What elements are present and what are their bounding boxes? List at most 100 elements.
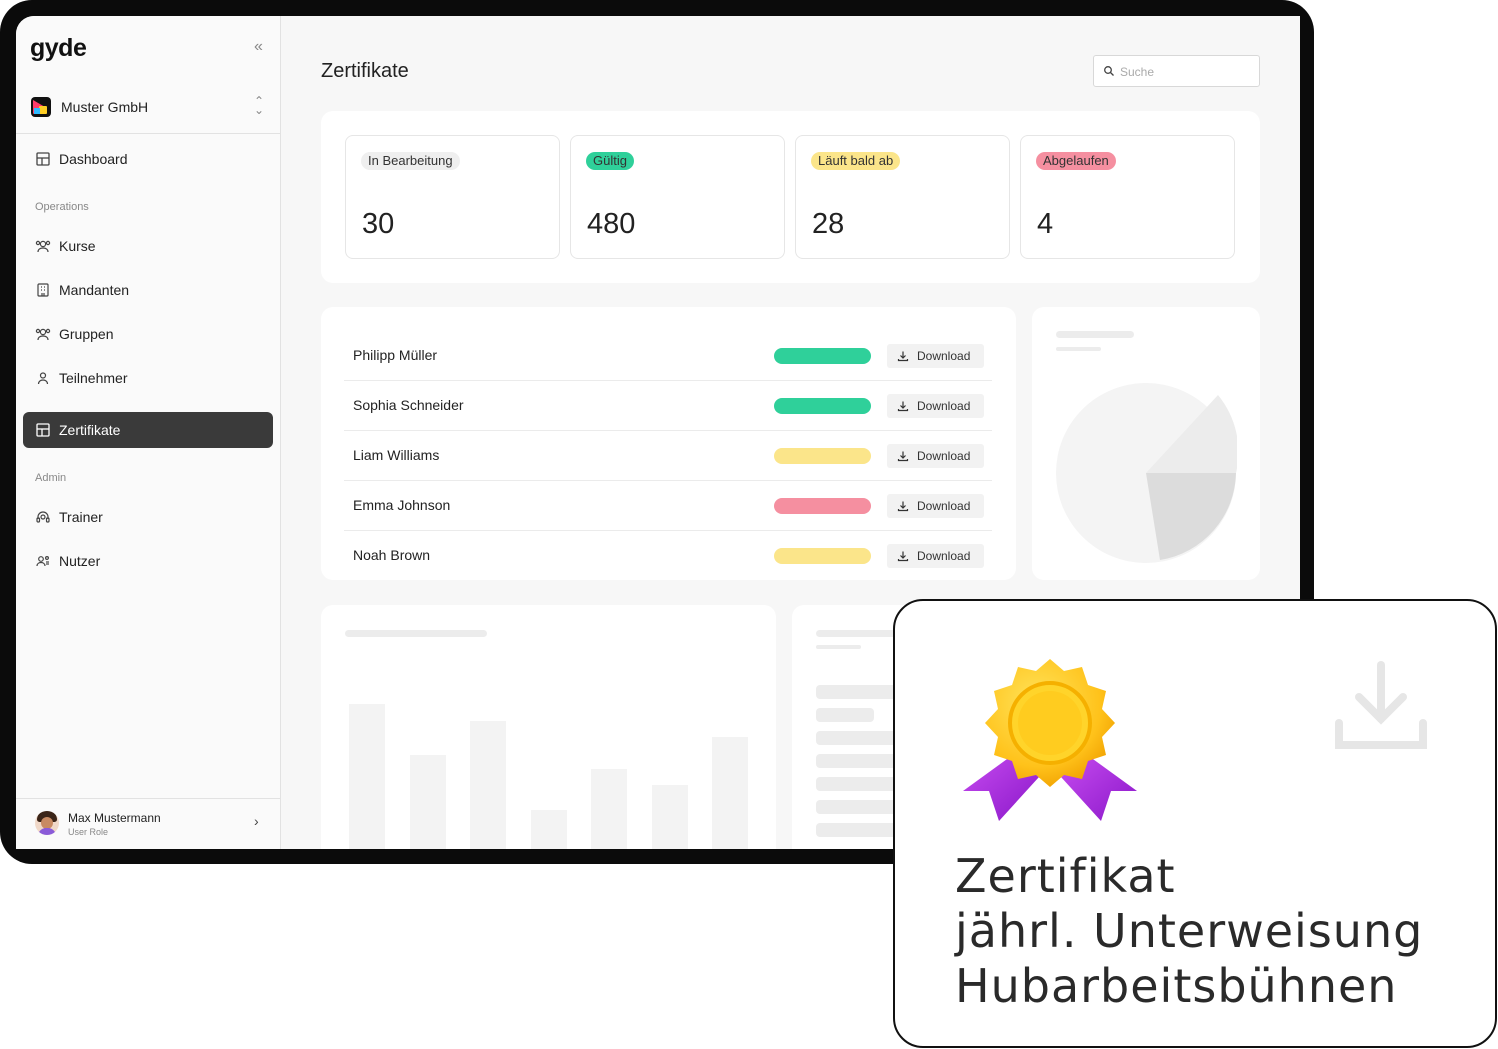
sidebar-item-label: Dashboard bbox=[59, 151, 128, 167]
user-role: User Role bbox=[68, 827, 109, 837]
download-button[interactable]: Download bbox=[887, 444, 984, 468]
table-row[interactable]: Philipp Müller Download bbox=[344, 331, 992, 381]
certificate-card[interactable]: Zertifikat jährl. Unterweisung Hubarbeit… bbox=[893, 599, 1497, 1048]
search-placeholder: Suche bbox=[1120, 65, 1155, 79]
medal-icon bbox=[963, 659, 1137, 821]
download-icon bbox=[897, 551, 909, 562]
stat-value: 28 bbox=[812, 208, 845, 240]
participant-name: Liam Williams bbox=[353, 447, 440, 463]
table-row[interactable]: Liam Williams Download bbox=[344, 431, 992, 481]
table-row[interactable]: Emma Johnson Download bbox=[344, 481, 992, 531]
avatar bbox=[35, 811, 59, 835]
stat-card-laeuft-bald-ab[interactable]: Läuft bald ab 28 bbox=[795, 135, 1010, 259]
bar-placeholder bbox=[410, 755, 446, 849]
sidebar: gyde « Muster GmbH ⌃ ⌄ Dashboard Operatio… bbox=[16, 16, 281, 849]
stat-value: 480 bbox=[587, 208, 636, 240]
users-icon bbox=[35, 240, 51, 253]
search-icon bbox=[1104, 66, 1114, 76]
bar-placeholder bbox=[712, 737, 748, 849]
skeleton-line bbox=[816, 645, 861, 649]
sidebar-item-gruppen[interactable]: Gruppen bbox=[23, 316, 273, 352]
download-button[interactable]: Download bbox=[887, 394, 984, 418]
bar-chart-panel bbox=[321, 605, 776, 849]
participant-name: Philipp Müller bbox=[353, 347, 438, 363]
download-label: Download bbox=[917, 549, 971, 563]
org-logo-icon bbox=[31, 97, 51, 117]
participant-name: Emma Johnson bbox=[353, 497, 451, 513]
certificate-title-line: Zertifikat bbox=[955, 849, 1176, 903]
user-menu[interactable]: Max Mustermann User Role › bbox=[16, 798, 280, 849]
bar-placeholder bbox=[652, 785, 688, 849]
sidebar-item-label: Teilnehmer bbox=[59, 370, 128, 386]
download-icon bbox=[897, 401, 909, 412]
bar-placeholder bbox=[531, 810, 567, 849]
certificate-list: Philipp Müller Download Sophia Schneider… bbox=[321, 307, 1016, 580]
certificate-title-line: Hubarbeitsbühnen bbox=[955, 959, 1398, 1013]
download-button[interactable]: Download bbox=[887, 544, 984, 568]
download-label: Download bbox=[917, 399, 971, 413]
page-title: Zertifikate bbox=[321, 60, 409, 82]
download-icon bbox=[897, 351, 909, 362]
building-icon bbox=[37, 283, 49, 297]
bar-placeholder bbox=[470, 721, 506, 849]
sidebar-item-label: Gruppen bbox=[59, 326, 114, 342]
pie-placeholder bbox=[1056, 383, 1237, 563]
sidebar-item-nutzer[interactable]: Nutzer bbox=[23, 543, 273, 579]
user-settings-icon bbox=[36, 555, 50, 567]
download-button[interactable]: Download bbox=[887, 344, 984, 368]
status-bar bbox=[774, 498, 871, 514]
bar-placeholder bbox=[591, 769, 627, 849]
status-badge: Abgelaufen bbox=[1036, 152, 1116, 170]
sidebar-item-teilnehmer[interactable]: Teilnehmer bbox=[23, 360, 273, 396]
stats-panel: In Bearbeitung 30 Gültig 480 Läuft bald … bbox=[321, 111, 1260, 283]
chevron-right-icon: › bbox=[254, 813, 259, 829]
participant-name: Sophia Schneider bbox=[353, 397, 464, 413]
status-badge: Läuft bald ab bbox=[811, 152, 901, 170]
org-name: Muster GmbH bbox=[61, 99, 149, 115]
table-row[interactable]: Sophia Schneider Download bbox=[344, 381, 992, 431]
status-bar bbox=[774, 548, 871, 564]
download-label: Download bbox=[917, 449, 971, 463]
skeleton-line bbox=[345, 630, 487, 637]
status-badge: In Bearbeitung bbox=[361, 152, 460, 170]
status-badge: Gültig bbox=[586, 152, 634, 170]
stat-card-gueltig[interactable]: Gültig 480 bbox=[570, 135, 785, 259]
table-row[interactable]: Noah Brown Download bbox=[344, 531, 992, 581]
download-icon bbox=[897, 451, 909, 462]
download-button[interactable]: Download bbox=[887, 494, 984, 518]
sidebar-item-dashboard[interactable]: Dashboard bbox=[23, 141, 273, 177]
sidebar-item-label: Nutzer bbox=[59, 553, 101, 569]
stat-value: 30 bbox=[362, 208, 395, 240]
sidebar-item-zertifikate[interactable]: Zertifikate bbox=[23, 412, 273, 448]
stat-card-in-bearbeitung[interactable]: In Bearbeitung 30 bbox=[345, 135, 560, 259]
stat-value: 4 bbox=[1037, 208, 1054, 240]
user-icon bbox=[37, 372, 49, 385]
users-icon bbox=[35, 328, 51, 341]
sidebar-item-trainer[interactable]: Trainer bbox=[23, 499, 273, 535]
status-bar bbox=[774, 398, 871, 414]
sidebar-item-label: Kurse bbox=[59, 238, 96, 254]
sidebar-item-label: Mandanten bbox=[59, 282, 130, 298]
section-admin: Admin bbox=[35, 472, 67, 484]
section-operations: Operations bbox=[35, 201, 89, 213]
search-input[interactable]: Suche bbox=[1093, 55, 1260, 87]
sidebar-item-kurse[interactable]: Kurse bbox=[23, 228, 273, 264]
chevrons-left-icon[interactable]: « bbox=[254, 38, 263, 56]
pie-chart-panel bbox=[1032, 307, 1260, 580]
layout-icon bbox=[36, 152, 50, 166]
participant-name: Noah Brown bbox=[353, 547, 431, 563]
headset-icon bbox=[36, 511, 50, 523]
stat-card-abgelaufen[interactable]: Abgelaufen 4 bbox=[1020, 135, 1235, 259]
bar-placeholder bbox=[349, 704, 385, 849]
status-bar bbox=[774, 348, 871, 364]
download-label: Download bbox=[917, 349, 971, 363]
skeleton-line bbox=[816, 708, 874, 722]
status-bar bbox=[774, 448, 871, 464]
org-switcher[interactable]: Muster GmbH ⌃ ⌄ bbox=[16, 88, 280, 134]
download-icon[interactable] bbox=[1335, 661, 1427, 753]
app-logo: gyde bbox=[30, 34, 87, 62]
download-label: Download bbox=[917, 499, 971, 513]
sidebar-item-mandanten[interactable]: Mandanten bbox=[23, 272, 273, 308]
chevron-updown-icon: ⌃ ⌄ bbox=[254, 94, 265, 117]
sidebar-item-label: Trainer bbox=[59, 509, 103, 525]
